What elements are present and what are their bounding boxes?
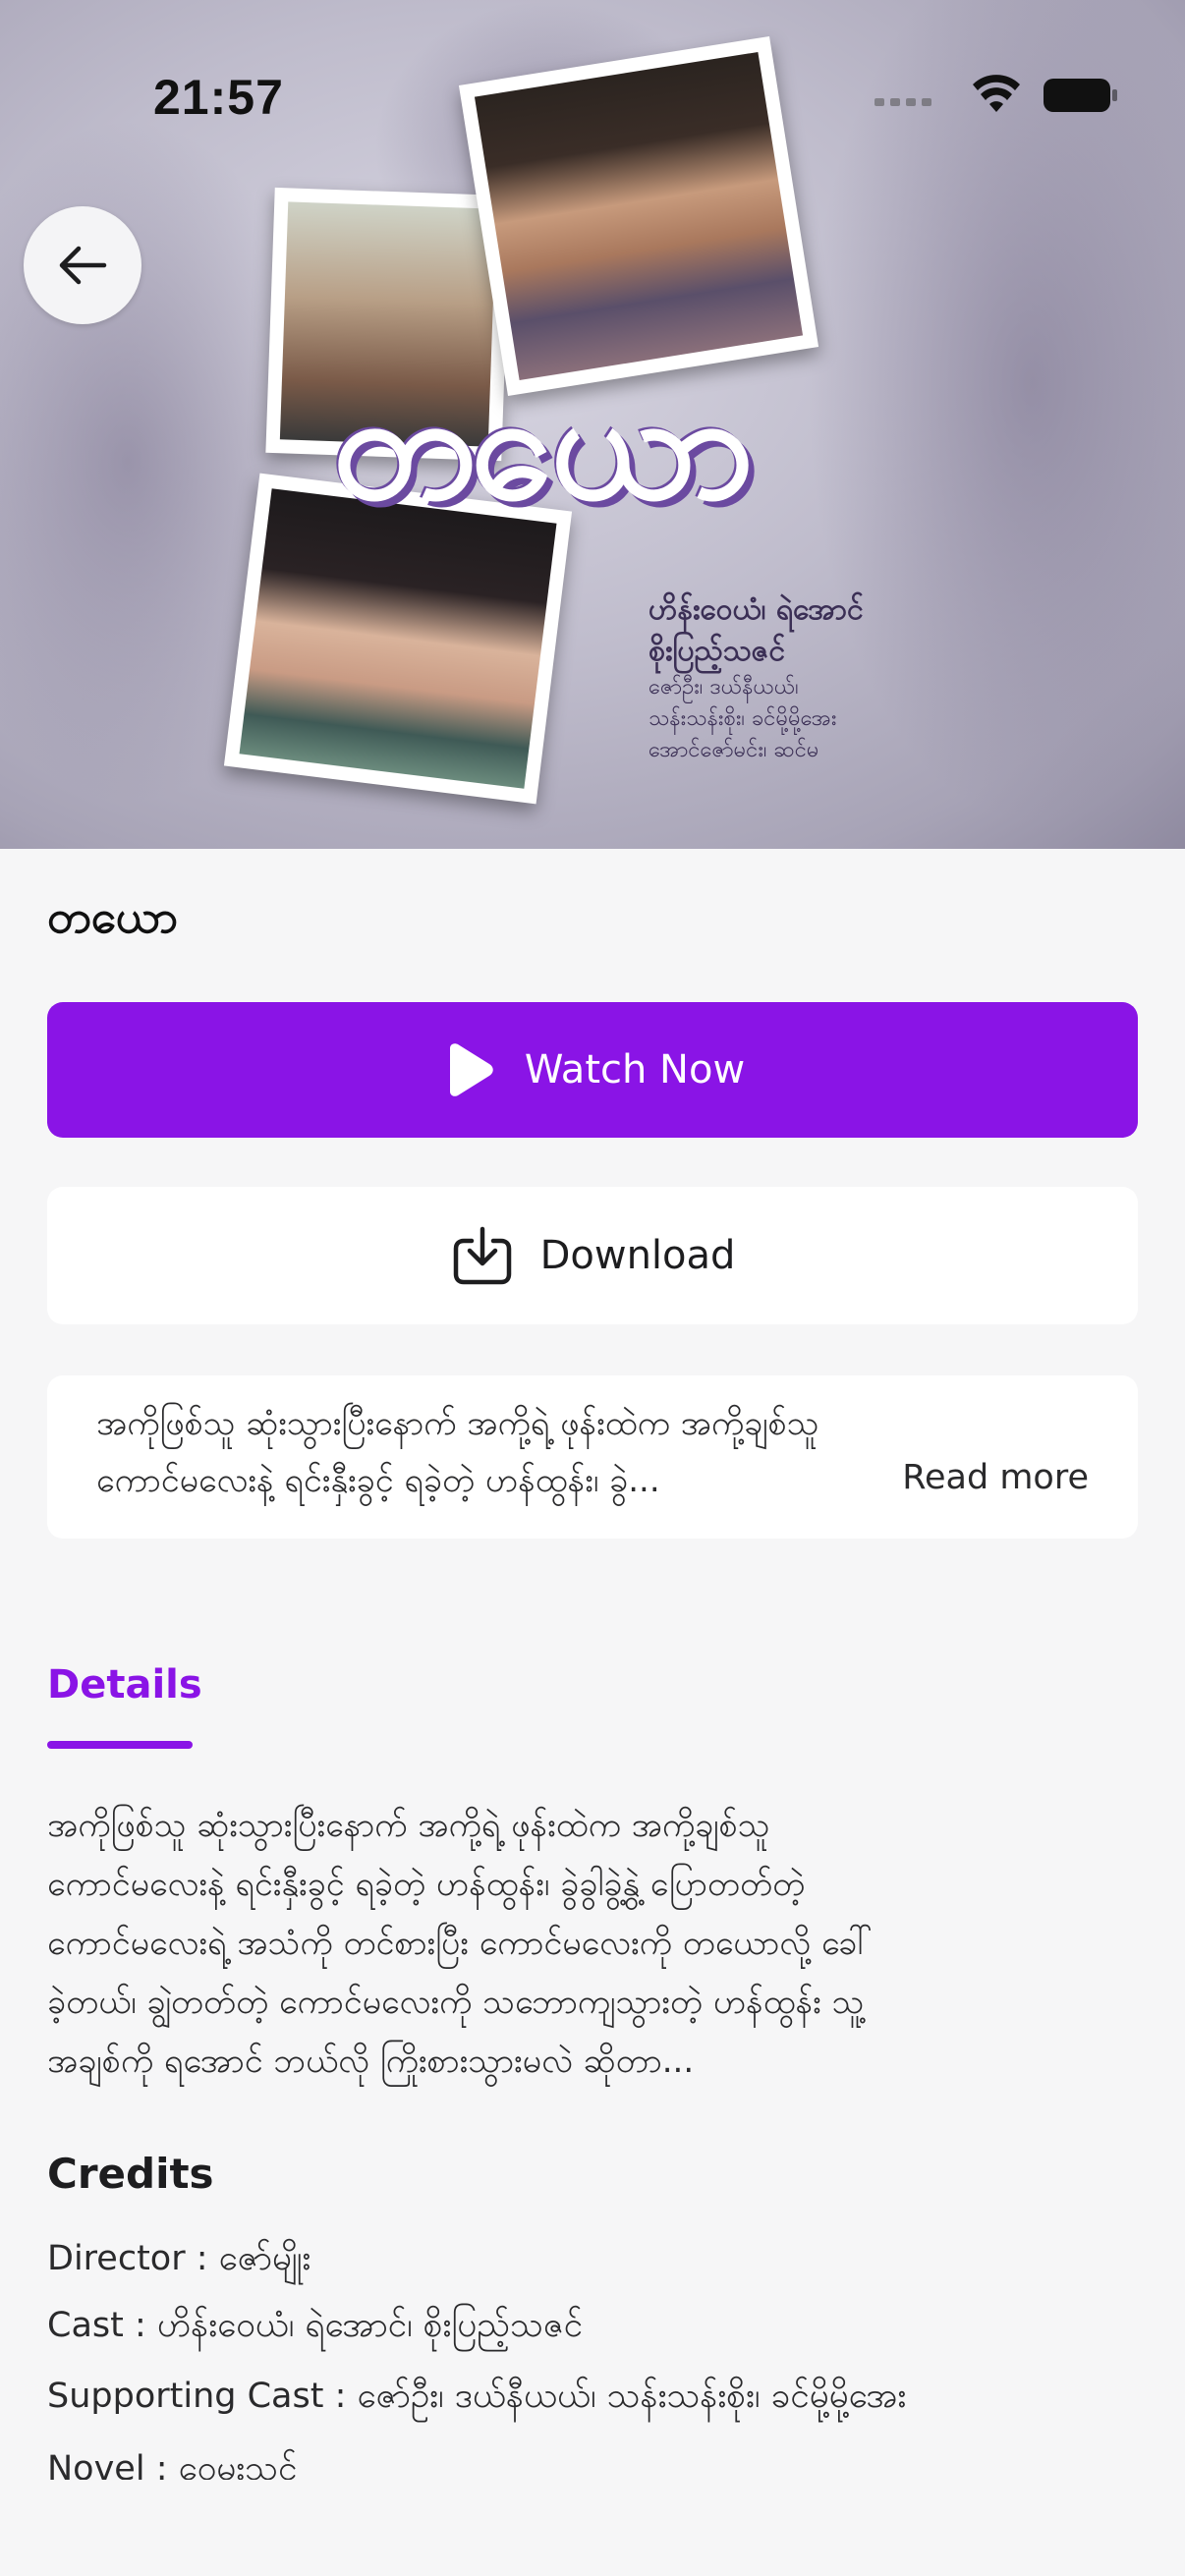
credit-director: Director : ဇော်မျိုး (47, 2239, 311, 2278)
credits-heading: Credits (47, 2150, 214, 2198)
credit-supporting-cast: Supporting Cast : ဇော်ဦး၊ ဒယ်နီယယ်၊ သန်း… (47, 2377, 907, 2416)
tab-details-indicator (47, 1741, 193, 1749)
poster-photo-young-man (458, 35, 819, 397)
status-time: 21:57 (153, 70, 284, 125)
cellular-signal-icon (875, 98, 931, 106)
poster-image: တယော ဟိန်းဝေယံ၊ ရဲအောင် စိုးပြည့်သဇင် ဇေ… (0, 0, 1185, 849)
download-label: Download (539, 1233, 736, 1278)
play-icon (449, 1043, 493, 1096)
wifi-icon (973, 75, 1020, 112)
poster-cast-line: ဟိန်းဝေယံ၊ ရဲအောင် (649, 592, 864, 627)
watch-now-button[interactable]: Watch Now (47, 1002, 1138, 1138)
download-icon (453, 1226, 511, 1285)
status-icons (875, 71, 1120, 120)
synopsis-card: အကိုဖြစ်သူ ဆုံးသွားပြီးနောက် အကို့ရဲ့ ဖု… (47, 1375, 1138, 1539)
arrow-left-icon (59, 246, 107, 285)
synopsis-line: ကောင်မလေးနဲ့ ရင်းနှီးခွင့် ရခဲ့တဲ့ ဟန်ထွ… (96, 1461, 660, 1500)
status-icons-graphic (875, 75, 1117, 112)
credit-novel: Novel : ဝေမးသင် (47, 2449, 298, 2480)
battery-icon (1044, 79, 1117, 112)
details-description: အကိုဖြစ်သူ ဆုံးသွားပြီးနောက် အကို့ရဲ့ ဖု… (47, 1796, 1148, 2091)
synopsis-line: အကိုဖြစ်သူ ဆုံးသွားပြီးနောက် အကို့ရဲ့ ဖု… (96, 1404, 819, 1443)
poster-cast-line: သန်းသန်းစိုး၊ ခင်မို့မို့အေး (649, 706, 837, 731)
poster-cast-line: ဇော်ဦး၊ ဒယ်နီယယ်၊ (649, 675, 799, 700)
description-line: အချစ်ကို ရအောင် ဘယ်လို ကြိုးစားသွားမလဲ ဆ… (47, 2042, 695, 2081)
description-line: ကောင်မလေးနဲ့ ရင်းနှီးခွင့် ရခဲ့တဲ့ ဟန်ထွ… (47, 1865, 806, 1904)
poster-cast-text: ဟိန်းဝေယံ၊ ရဲအောင် စိုးပြည့်သဇင် ဇော်ဦး၊… (649, 589, 943, 766)
download-button[interactable]: Download (47, 1187, 1138, 1324)
poster-title-art: တယော (332, 362, 755, 532)
movie-title: တယော (47, 890, 179, 943)
poster-cast-line: စိုးပြည့်သဇင် (649, 634, 786, 668)
back-button[interactable] (24, 206, 141, 324)
poster-cast-line: အောင်ဇော်မင်း၊ ဆင်မ (649, 738, 819, 762)
read-more-link[interactable]: Read more (902, 1458, 1089, 1497)
watch-now-label: Watch Now (524, 1047, 746, 1092)
credit-cast: Cast : ဟိန်းဝေယံ၊ ရဲအောင်၊ စိုးပြည့်သဇင် (47, 2306, 584, 2345)
description-line: ခဲ့တယ်၊ ချွဲတတ်တဲ့ ကောင်မလေးကို သဘောကျသွ… (47, 1983, 865, 2022)
tab-details[interactable]: Details (47, 1662, 202, 1708)
description-line: အကိုဖြစ်သူ ဆုံးသွားပြီးနောက် အကို့ရဲ့ ဖု… (47, 1806, 770, 1845)
description-line: ကောင်မလေးရဲ့ အသံကို တင်စားပြီး ကောင်မလေး… (47, 1924, 873, 1963)
